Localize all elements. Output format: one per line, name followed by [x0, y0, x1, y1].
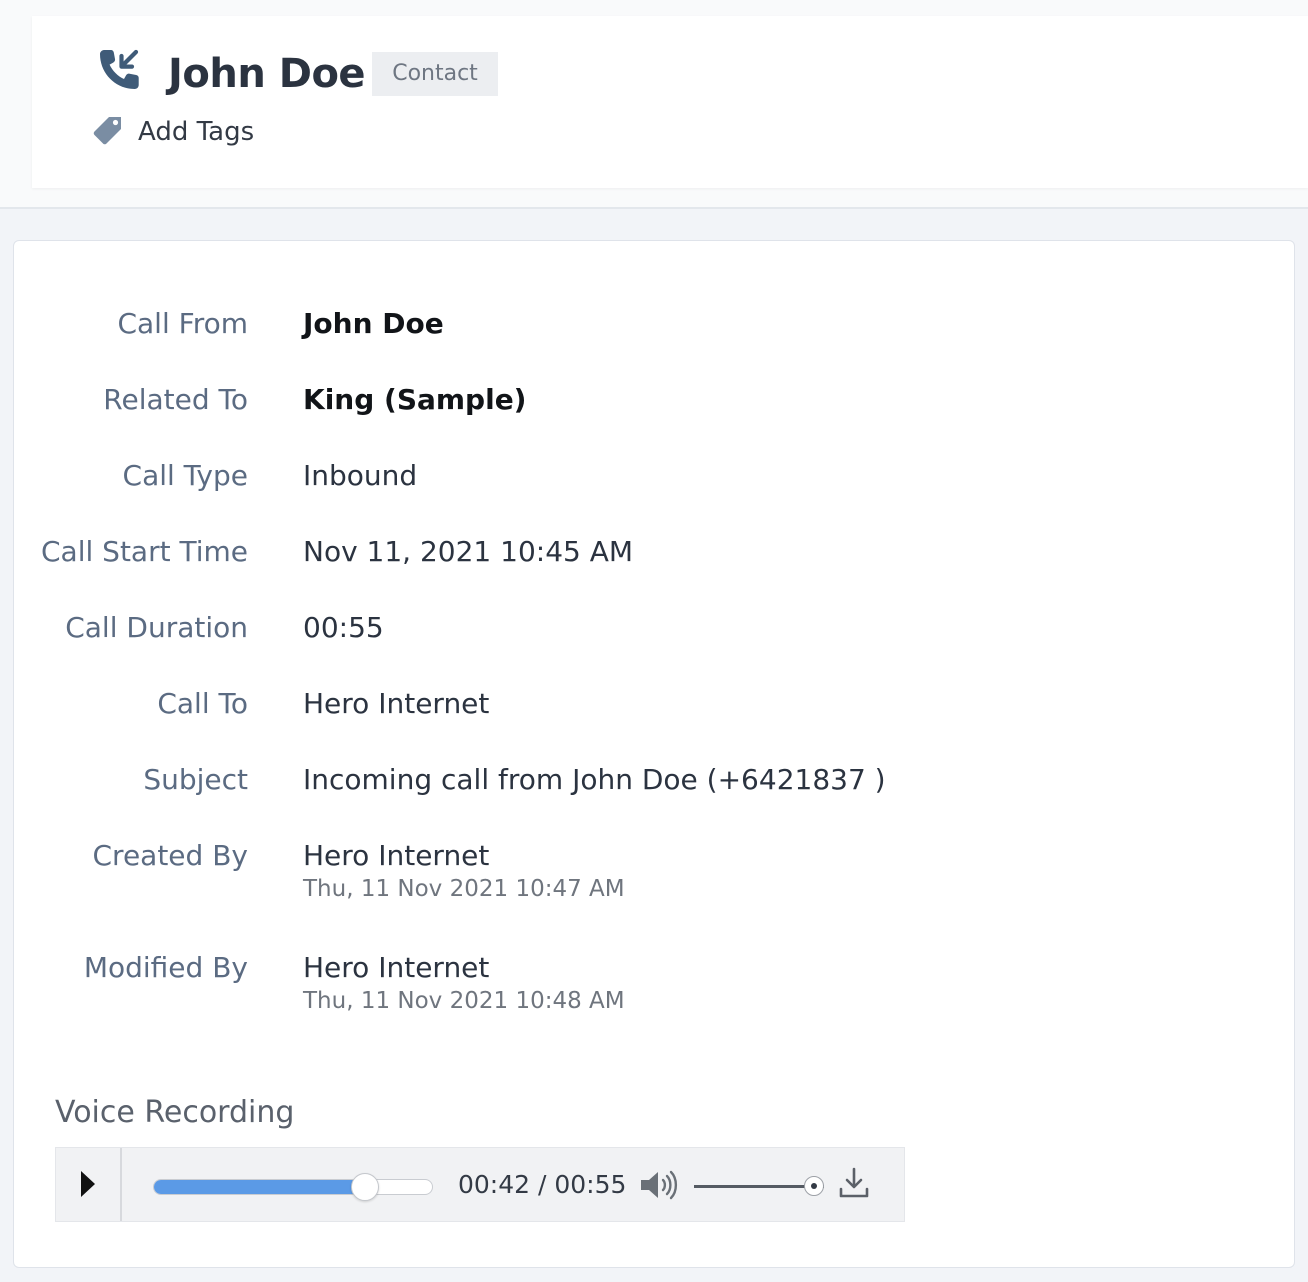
detail-label: Subject — [143, 763, 248, 796]
add-tags-link[interactable]: Add Tags — [138, 114, 254, 150]
volume-slider[interactable] — [694, 1176, 824, 1196]
detail-value: Hero Internet — [303, 687, 490, 720]
detail-value: Inbound — [303, 459, 418, 492]
seek-bar[interactable] — [153, 1173, 433, 1201]
detail-value: Hero Internet — [303, 839, 490, 872]
tag-icon[interactable] — [92, 114, 124, 146]
call-details-card: Call From John Doe Related To King (Sample)… — [13, 240, 1295, 1268]
audio-player: 00:42 / 00:55 — [55, 1147, 905, 1222]
detail-timestamp: Thu, 11 Nov 2021 10:48 AM — [303, 988, 625, 1014]
detail-value: Incoming call from John Doe (+6421837 ) — [303, 763, 886, 796]
download-icon[interactable] — [838, 1166, 870, 1200]
record-header — [32, 16, 1308, 188]
seek-handle[interactable] — [351, 1173, 380, 1201]
volume-icon[interactable] — [639, 1169, 679, 1201]
detail-value[interactable]: King (Sample) — [303, 380, 526, 420]
current-time: 00:42 — [458, 1170, 531, 1199]
detail-label: Modified By — [83, 951, 248, 984]
incoming-call-icon — [100, 49, 139, 89]
detail-label: Call Type — [122, 459, 248, 492]
page-title: John Doe — [168, 51, 366, 97]
header-band: John Doe Contact Add Tags — [0, 0, 1308, 209]
volume-handle[interactable] — [803, 1176, 824, 1196]
detail-label: Call Duration — [65, 611, 248, 644]
detail-label: Call Start Time — [41, 535, 248, 568]
voice-recording-heading: Voice Recording — [55, 1095, 295, 1130]
detail-label: Call From — [117, 307, 248, 340]
detail-label: Related To — [103, 383, 248, 416]
detail-timestamp: Thu, 11 Nov 2021 10:47 AM — [303, 876, 625, 902]
detail-value[interactable]: John Doe — [303, 304, 444, 344]
detail-label: Call To — [157, 687, 248, 720]
detail-label: Created By — [92, 839, 249, 872]
seek-progress — [154, 1180, 366, 1194]
time-readout: 00:42 / 00:55 — [458, 1166, 626, 1204]
detail-value: 00:55 — [303, 611, 384, 644]
detail-value: Hero Internet — [303, 951, 490, 984]
play-button[interactable] — [56, 1148, 122, 1221]
detail-value: Nov 11, 2021 10:45 AM — [303, 535, 634, 568]
total-time: 00:55 — [554, 1170, 627, 1199]
record-type-badge: Contact — [372, 52, 498, 96]
time-separator: / — [530, 1170, 555, 1199]
play-icon — [81, 1171, 95, 1197]
